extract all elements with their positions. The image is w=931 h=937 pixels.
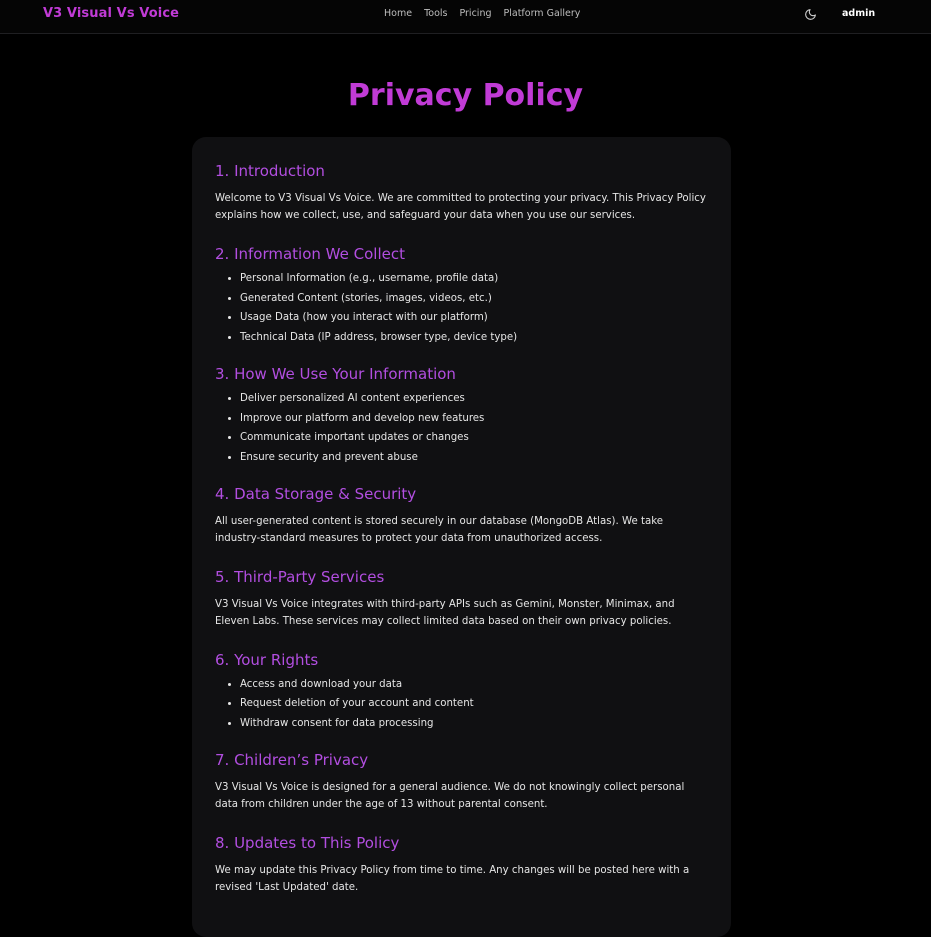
section-childrens-privacy: 7. Children’s Privacy V3 Visual Vs Voice… [215, 750, 708, 813]
brand-logo-text[interactable]: V3 Visual Vs Voice [43, 6, 179, 21]
section-heading: 4. Data Storage & Security [215, 484, 417, 503]
section-heading: 3. How We Use Your Information [215, 364, 456, 383]
nav-link-pricing[interactable]: Pricing [459, 8, 491, 19]
list-item: Access and download your data [240, 675, 708, 695]
section-data-storage: 4. Data Storage & Security All user-gene… [215, 484, 708, 547]
nav-link-platform-gallery[interactable]: Platform Gallery [504, 8, 581, 19]
section-information-we-collect: 2. Information We Collect Personal Infor… [215, 244, 708, 348]
section-heading: 2. Information We Collect [215, 245, 405, 263]
section-list: Personal Information (e.g., username, pr… [215, 269, 708, 348]
section-heading: 6. Your Rights [215, 650, 319, 669]
list-item: Technical Data (IP address, browser type… [240, 328, 708, 348]
nav-link-tools[interactable]: Tools [424, 8, 447, 19]
section-text: V3 Visual Vs Voice integrates with third… [215, 598, 675, 627]
page-title: Privacy Policy [347, 78, 584, 113]
section-text: We may update this Privacy Policy from t… [215, 864, 690, 893]
section-heading: 7. Children’s Privacy [215, 750, 369, 769]
section-updates: 8. Updates to This Policy We may update … [215, 833, 708, 896]
section-heading: 5. Third-Party Services [215, 567, 385, 586]
section-list: Deliver personalized AI content experien… [215, 389, 708, 468]
list-item: Withdraw consent for data processing [240, 714, 708, 734]
section-heading: 1. Introduction [215, 162, 325, 180]
section-text: All user-generated content is stored sec… [215, 515, 663, 544]
moon-icon[interactable] [804, 8, 817, 21]
section-your-rights: 6. Your Rights Access and download your … [215, 650, 708, 734]
list-item: Improve our platform and develop new fea… [240, 409, 708, 429]
section-text: Welcome to V3 Visual Vs Voice. We are co… [215, 193, 706, 221]
policy-card: 1. Introduction Welcome to V3 Visual Vs … [192, 137, 731, 937]
nav-links: Home Tools Pricing Platform Gallery [384, 8, 592, 19]
user-menu[interactable]: admin [842, 8, 875, 19]
section-heading: 8. Updates to This Policy [215, 833, 400, 852]
section-how-we-use: 3. How We Use Your Information Deliver p… [215, 364, 708, 468]
section-third-party: 5. Third-Party Services V3 Visual Vs Voi… [215, 567, 708, 630]
section-introduction: 1. Introduction Welcome to V3 Visual Vs … [215, 161, 708, 224]
section-list: Access and download your data Request de… [215, 675, 708, 734]
nav-link-home[interactable]: Home [384, 8, 412, 19]
list-item: Personal Information (e.g., username, pr… [240, 269, 708, 289]
list-item: Request deletion of your account and con… [240, 694, 708, 714]
top-navbar: V3 Visual Vs Voice Home Tools Pricing Pl… [0, 0, 931, 34]
list-item: Generated Content (stories, images, vide… [240, 289, 708, 309]
list-item: Deliver personalized AI content experien… [240, 389, 708, 409]
section-text: V3 Visual Vs Voice is designed for a gen… [215, 781, 685, 810]
list-item: Communicate important updates or changes [240, 428, 708, 448]
list-item: Usage Data (how you interact with our pl… [240, 308, 708, 328]
list-item: Ensure security and prevent abuse [240, 448, 708, 468]
